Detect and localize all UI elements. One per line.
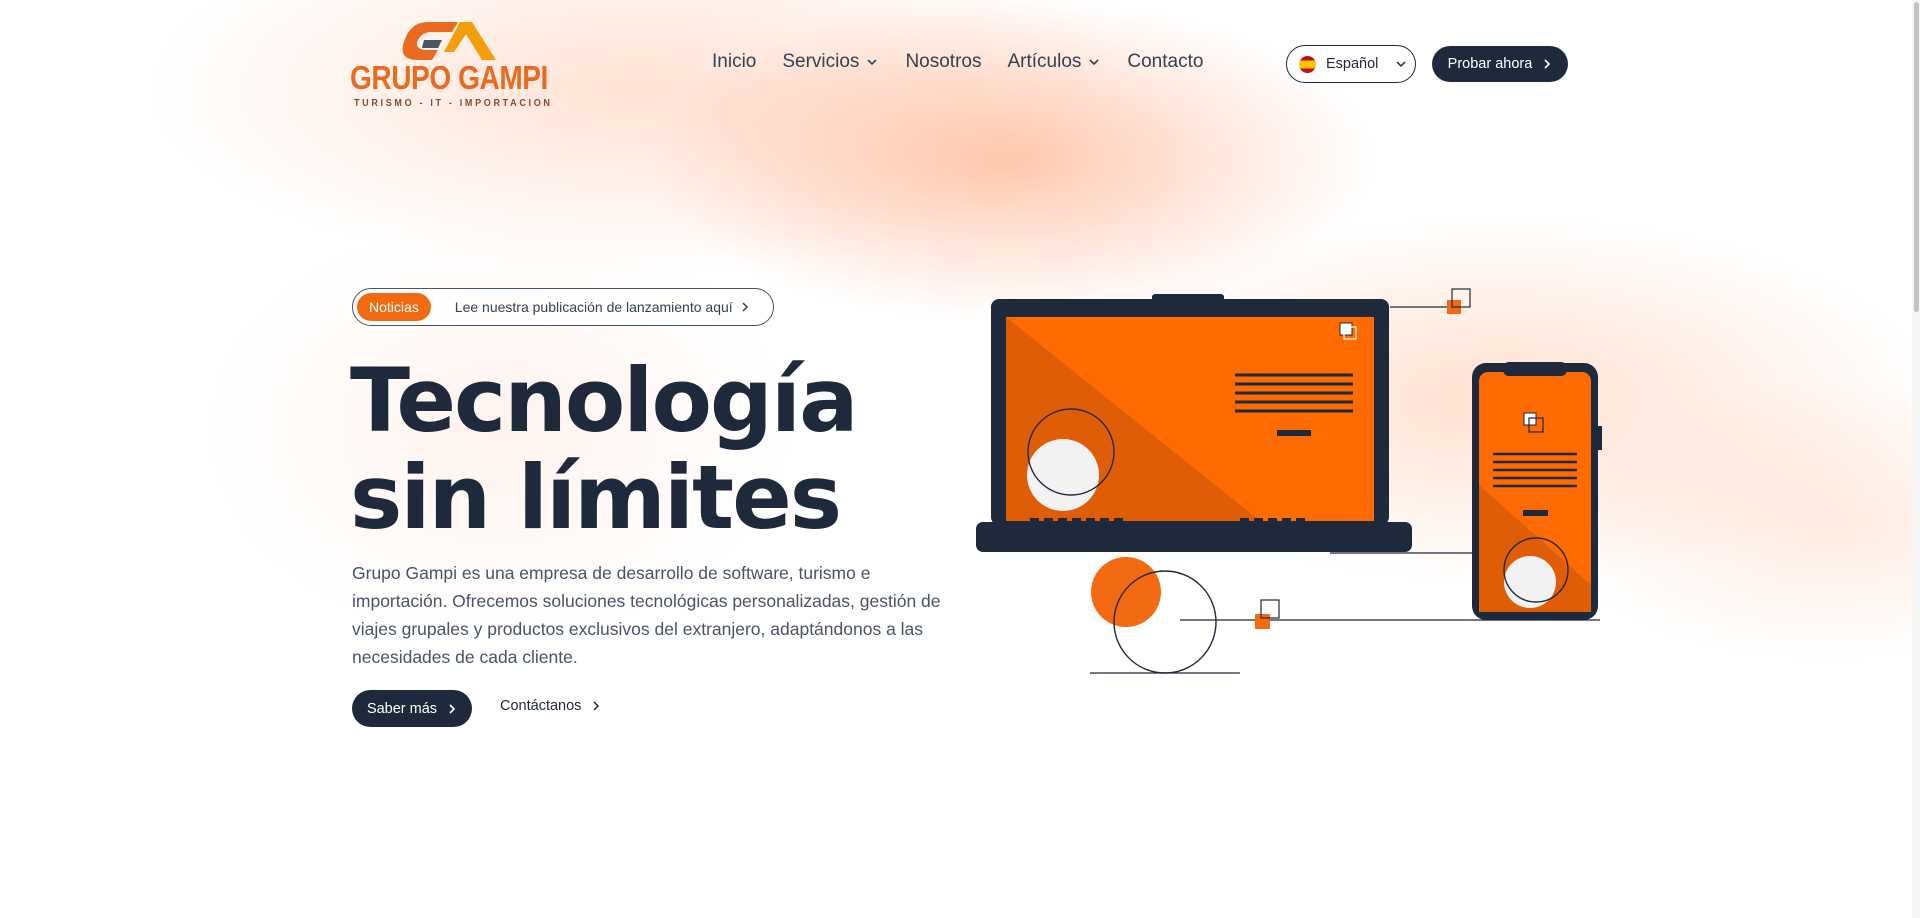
scrollbar-thumb[interactable] [1914, 2, 1919, 312]
contact-link[interactable]: Contáctanos [500, 698, 601, 714]
contact-link-label: Contáctanos [500, 698, 582, 714]
chevron-down-icon [1396, 61, 1406, 68]
nav-item-label: Servicios [782, 51, 860, 72]
brand-tagline: TURISMO - IT - IMPORTACION [354, 97, 553, 109]
devices-illustration [976, 288, 1602, 674]
learn-more-button[interactable]: Saber más [352, 690, 472, 727]
chevron-right-icon [742, 302, 748, 312]
chevron-right-icon [593, 701, 600, 711]
nav-item-label: Nosotros [905, 51, 982, 72]
nav-item-label: Inicio [712, 51, 757, 72]
news-banner[interactable]: Noticias Lee nuestra publicación de lanz… [352, 288, 774, 326]
news-text: Lee nuestra publicación de lanzamiento a… [455, 299, 749, 315]
news-badge: Noticias [357, 293, 431, 321]
hero-description: Grupo Gampi es una empresa de desarrollo… [352, 563, 941, 667]
spain-flag-icon [1299, 55, 1316, 73]
learn-more-label: Saber más [366, 700, 438, 717]
hero-title-line-2: sin límites [350, 446, 842, 549]
hero-title-line-1: Tecnología [350, 349, 858, 452]
chevron-down-icon [1089, 59, 1099, 66]
scrollbar[interactable] [1912, 0, 1920, 918]
try-now-label: Probar ahora [1447, 56, 1533, 72]
nav-item-contacto[interactable]: Contacto [1127, 51, 1203, 73]
try-now-button[interactable]: Probar ahora [1432, 46, 1568, 82]
nav-item-nosotros[interactable]: Nosotros [905, 51, 981, 73]
chevron-right-icon [449, 703, 456, 714]
main-nav: Inicio Servicios Nosotros Artículos Cont… [712, 51, 1203, 73]
language-selector[interactable]: Español [1286, 45, 1416, 83]
nav-item-label: Contacto [1127, 51, 1204, 72]
nav-item-inicio[interactable]: Inicio [712, 51, 756, 73]
brand-logo[interactable]: GRUPO GAMPI TURISMO - IT - IMPORTACION [350, 18, 550, 112]
news-text-label: Lee nuestra publicación de lanzamiento a… [454, 299, 733, 315]
language-label: Español [1326, 56, 1379, 72]
nav-item-servicios[interactable]: Servicios [782, 51, 879, 73]
logo-mark-icon [402, 22, 496, 60]
hero-title: Tecnología sin límites [350, 352, 970, 546]
nav-item-label: Artículos [1007, 51, 1082, 72]
brand-name: GRUPO GAMPI [350, 59, 548, 96]
nav-item-articulos[interactable]: Artículos [1007, 51, 1101, 73]
chevron-down-icon [867, 59, 878, 66]
chevron-right-icon [1544, 59, 1551, 69]
